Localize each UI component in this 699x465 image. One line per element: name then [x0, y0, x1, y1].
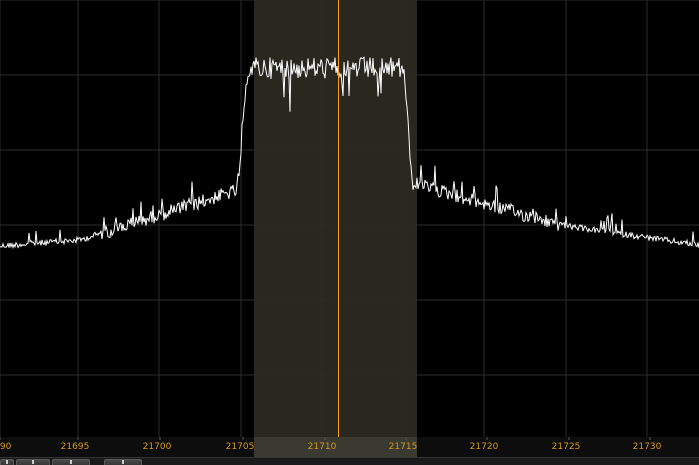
frequency-tick-label: 21695: [61, 442, 90, 452]
slider-icon: [32, 460, 34, 464]
toolbar-button-2[interactable]: [16, 459, 50, 465]
toolbar-button-1[interactable]: [0, 459, 14, 465]
frequency-tick-label: 21715: [389, 442, 418, 452]
toolbar-button-4[interactable]: [104, 459, 142, 465]
frequency-tick-label: 21700: [143, 442, 172, 452]
frequency-tick-label: 21725: [552, 442, 581, 452]
frequency-tick-label: 21730: [633, 442, 662, 452]
frequency-tick-label: 21720: [470, 442, 499, 452]
frequency-tick-label: 21705: [226, 442, 255, 452]
frequency-tick-label: 21690: [0, 442, 12, 452]
bottom-toolbar: [0, 457, 699, 465]
slider-icon: [70, 460, 72, 464]
spectrum-plot[interactable]: 21690 21695 21700 21705 21710 21715 21720 21725…: [0, 0, 699, 457]
slider-icon: [6, 460, 8, 464]
frequency-tick-label: 21710: [308, 442, 337, 452]
slider-icon: [122, 460, 124, 464]
toolbar-button-3[interactable]: [52, 459, 90, 465]
spectrum-display[interactable]: 21690 21695 21700 21705 21710 21715 21720 21725…: [0, 0, 699, 465]
